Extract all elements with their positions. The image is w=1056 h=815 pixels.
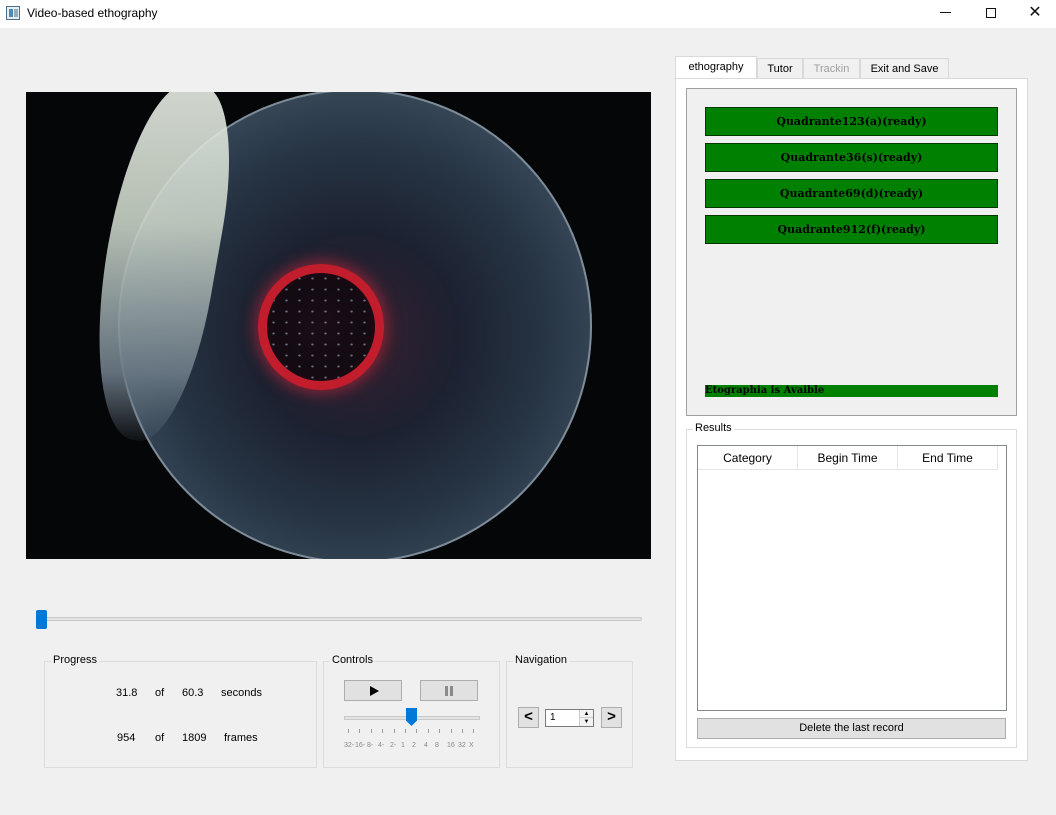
progress-group: Progress 31.8 of 60.3 seconds 954 of 180…	[44, 654, 317, 768]
tab-trackin: Trackin	[803, 58, 860, 78]
speed-tick-label: 8	[435, 742, 439, 749]
speed-tick	[348, 729, 349, 733]
column-header-category[interactable]: Category	[698, 446, 798, 470]
speed-tick-label: 4-	[378, 742, 385, 749]
speed-tick-label: 2-	[390, 742, 397, 749]
tab-ethography[interactable]: ethography	[675, 56, 757, 78]
previous-record-button[interactable]: <	[518, 707, 539, 728]
speed-tick	[359, 729, 360, 733]
timeline-slider[interactable]	[40, 617, 642, 621]
minimize-button[interactable]	[922, 0, 968, 28]
seconds-total: 60.3	[182, 687, 204, 699]
close-icon: ✕	[1028, 4, 1042, 21]
ethography-status: Etographia is Avaible	[705, 385, 998, 397]
speed-tick-label: X	[469, 742, 474, 749]
window-title: Video-based ethography	[27, 6, 158, 20]
progress-group-title: Progress	[51, 654, 100, 666]
column-header-end-time[interactable]: End Time	[898, 446, 998, 470]
speed-tick-label: 32	[458, 742, 466, 749]
speed-tick	[462, 729, 463, 733]
speed-tick-label: 4	[424, 742, 428, 749]
tab-tutor[interactable]: Tutor	[757, 58, 803, 78]
speed-tick-label: 16	[447, 742, 455, 749]
column-header-begin-time[interactable]: Begin Time	[798, 446, 898, 470]
maximize-button[interactable]	[968, 0, 1014, 28]
tab-exit-and-save[interactable]: Exit and Save	[860, 58, 949, 78]
record-index-spinbox[interactable]: 1 ▲ ▼	[545, 709, 594, 727]
speed-tick-label: 32-	[344, 742, 355, 749]
speed-tick	[382, 729, 383, 733]
results-table[interactable]: Category Begin Time End Time	[697, 445, 1007, 711]
quadrant-36-button[interactable]: Quadrante36(s)(ready)	[705, 143, 998, 172]
timeline-slider-handle[interactable]	[36, 610, 47, 629]
navigation-group-title: Navigation	[513, 654, 569, 666]
controls-group-title: Controls	[330, 654, 375, 666]
frames-of-label: of	[155, 732, 165, 744]
speed-tick	[439, 729, 440, 733]
spin-down-icon[interactable]: ▼	[579, 718, 593, 726]
speed-tick-label: 1	[401, 742, 405, 749]
pause-icon	[444, 686, 455, 696]
speed-tick	[416, 729, 417, 733]
quadrant-123-button[interactable]: Quadrante123(a)(ready)	[705, 107, 998, 136]
title-bar: Video-based ethography ✕	[0, 0, 1056, 28]
frames-current: 954	[117, 732, 136, 744]
video-frame	[26, 92, 651, 559]
frames-unit: frames	[224, 732, 258, 744]
speed-tick-label: 2	[412, 742, 416, 749]
seconds-current: 31.8	[116, 687, 138, 699]
quadrant-69-button[interactable]: Quadrante69(d)(ready)	[705, 179, 998, 208]
speed-tick-label: 16-	[355, 742, 366, 749]
minimize-icon	[939, 12, 951, 14]
speed-tick	[473, 729, 474, 733]
ethography-frame	[686, 88, 1017, 416]
navigation-group: Navigation < 1 ▲ ▼ >	[506, 654, 633, 768]
results-group-title: Results	[693, 422, 734, 434]
speed-tick-label: 8-	[367, 742, 374, 749]
delete-last-record-button[interactable]: Delete the last record	[697, 718, 1006, 739]
play-button[interactable]	[344, 680, 402, 701]
play-icon	[370, 686, 379, 696]
maximize-icon	[986, 7, 996, 18]
spin-up-icon[interactable]: ▲	[579, 710, 593, 718]
speed-tick	[371, 729, 372, 733]
close-button[interactable]: ✕	[1012, 0, 1056, 28]
controls-group: Controls 32- 16- 8- 4- 2- 1 2 4 8 16 32 X	[323, 654, 500, 768]
speed-tick	[451, 729, 452, 733]
quadrant-912-button[interactable]: Quadrante912(f)(ready)	[705, 215, 998, 244]
record-index-value: 1	[550, 712, 556, 723]
chevron-left-icon: <	[524, 708, 533, 725]
frames-total: 1809	[182, 732, 207, 744]
pause-button[interactable]	[420, 680, 478, 701]
speed-tick	[394, 729, 395, 733]
next-record-button[interactable]: >	[601, 707, 622, 728]
chevron-right-icon: >	[607, 708, 616, 725]
speed-tick	[405, 729, 406, 733]
seconds-unit: seconds	[221, 687, 262, 699]
speed-slider-handle[interactable]	[406, 708, 417, 726]
center-ring-image	[258, 264, 384, 390]
seconds-of-label: of	[155, 687, 165, 699]
speed-tick	[428, 729, 429, 733]
app-icon	[6, 6, 20, 20]
